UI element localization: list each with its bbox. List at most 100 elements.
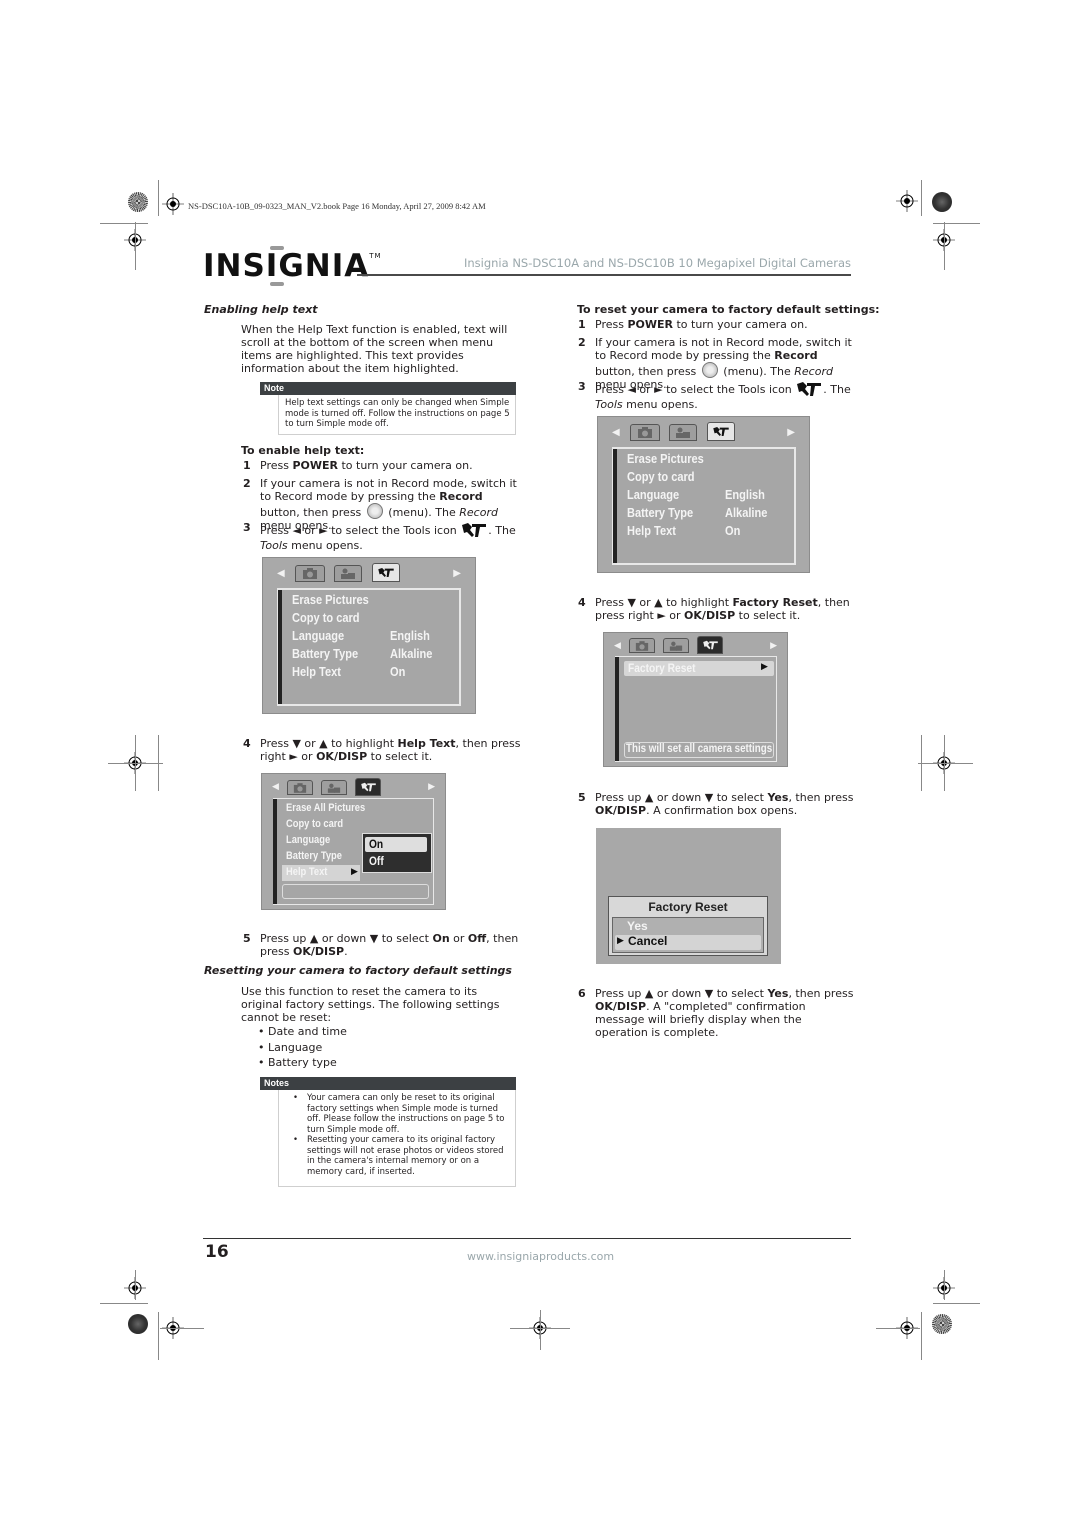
step-italic: Record [459, 506, 498, 519]
tab-scene [663, 638, 689, 653]
menu-item: Copy to card [292, 610, 360, 625]
scrollbar[interactable] [273, 799, 277, 904]
right-arrow-icon: ▶ [770, 641, 777, 651]
step-bold: OK/DISP [293, 945, 345, 958]
step-text: . A confirmation box opens. [646, 804, 798, 817]
step: 3 Press ◄ or ► to select the Tools icon … [578, 380, 856, 411]
step: 3 Press ◄ or ► to select the Tools icon … [243, 521, 523, 552]
right-arrow-icon: ▶ [761, 662, 768, 672]
step-number: 3 [243, 521, 251, 534]
step-bold: OK/DISP [595, 804, 647, 817]
header-rule [357, 274, 851, 276]
camera-icon [635, 640, 649, 651]
step-text: . [344, 945, 348, 958]
list-item-text: Date and time [268, 1025, 347, 1038]
step-bold: Record [774, 349, 818, 362]
list-item: Language [258, 1040, 347, 1056]
scene-icon [341, 568, 355, 579]
tab-camera [295, 565, 325, 582]
list-item-text: Language [268, 1040, 323, 1054]
step-text: (menu). The [384, 506, 460, 519]
help-text-bar [282, 884, 429, 899]
tools-icon [378, 568, 394, 577]
left-arrow-icon: ◀ [614, 641, 621, 651]
step-text: . The [488, 524, 516, 537]
step-bold: POWER [292, 459, 338, 472]
menu-item: Copy to card [286, 818, 344, 830]
logo-tm: TM [369, 252, 382, 260]
step-text: button, then press [595, 365, 700, 378]
menu-item: Help Text [292, 664, 341, 679]
step-text: to select it. [367, 750, 433, 763]
camera-icon [293, 782, 307, 793]
tab-scene [321, 780, 347, 795]
step-text: to select it. [735, 609, 801, 622]
dialog-options: Yes ▶ Cancel [612, 917, 764, 953]
options-popup: On Off [362, 833, 432, 873]
camera-screen-tools-menu: ◀ ▶ Erase Pictures Copy to card Language… [597, 416, 810, 573]
tools-icon [713, 427, 729, 436]
section-heading-resetting: Resetting your camera to factory default… [204, 964, 512, 977]
tab-tools [697, 636, 723, 654]
step-bold: Factory Reset [732, 596, 818, 609]
registration-disc-icon [128, 192, 148, 212]
step-bold: Yes [767, 987, 789, 1000]
tab-scene [334, 565, 362, 582]
scrollbar[interactable] [613, 449, 617, 563]
section-body: Use this function to reset the camera to… [241, 985, 500, 1024]
tools-icon [797, 382, 822, 396]
menu-item: Erase Pictures [627, 451, 704, 466]
menu-item: Copy to card [627, 469, 695, 484]
tab-tools [707, 422, 735, 441]
procedure-title: To reset your camera to factory default … [577, 303, 880, 316]
step-bold: Record [439, 490, 483, 503]
step-bold: Help Text [397, 737, 456, 750]
tab-scene [669, 424, 697, 441]
footer-url[interactable]: www.insigniaproducts.com [467, 1250, 614, 1263]
print-info: NS-DSC10A-10B_09-0323_MAN_V2.book Page 1… [188, 201, 486, 211]
step-bold: POWER [627, 318, 673, 331]
step-bold: Yes [767, 791, 789, 804]
step-italic: Tools [595, 398, 623, 411]
step-text: Press ▼ or ▲ to highlight [260, 737, 398, 750]
registration-disc-icon [932, 1314, 952, 1334]
menu-button-icon [366, 503, 383, 519]
camera-screen-help-text-options: ◀ ▶ Erase All Pictures Copy to card Lang… [261, 773, 446, 910]
insignia-logo: INSIGNIATM [203, 248, 382, 284]
step-text: or [449, 932, 468, 945]
tools-icon [702, 640, 718, 650]
step: 5 Press up ▲ or down ▼ to select Yes, th… [578, 791, 856, 817]
menu-item: Battery Type [292, 646, 359, 661]
option-cancel[interactable]: Cancel [628, 934, 667, 948]
menu-value: Alkaline [725, 505, 768, 520]
menu-item: Language [627, 487, 680, 502]
option-yes[interactable]: Yes [627, 919, 648, 933]
option-label[interactable]: Off [369, 854, 384, 868]
note-item: Your camera can only be reset to its ori… [293, 1093, 511, 1135]
list-item-text: Battery type [268, 1056, 337, 1069]
tab-camera [629, 638, 655, 653]
step-number: 5 [243, 932, 251, 945]
step: 4 Press ▼ or ▲ to highlight Factory Rese… [578, 596, 856, 622]
step-text: (menu). The [719, 365, 795, 378]
step-text: to turn your camera on. [337, 459, 473, 472]
step-number: 1 [578, 318, 586, 331]
step-text: Press ◄ or ► to select the Tools icon [260, 524, 461, 537]
scrollbar[interactable] [615, 657, 619, 761]
step-text: , then press [788, 987, 854, 1000]
step-text: Press [260, 459, 293, 472]
menu-panel: Erase Pictures Copy to card Language Bat… [612, 447, 796, 565]
step-number: 4 [578, 596, 586, 609]
note-label: Note [260, 382, 516, 395]
step-text: Press ▼ or ▲ to highlight [595, 596, 733, 609]
camera-icon [303, 568, 317, 579]
registration-disc-icon [128, 1314, 148, 1334]
scene-icon [327, 783, 341, 793]
step-text: Press up ▲ or down ▼ to select [595, 987, 768, 1000]
procedure-title: To enable help text: [241, 444, 365, 457]
step-number: 4 [243, 737, 251, 750]
camera-screen-tools-menu: ◀ ▶ Erase Pictures Copy to card Language… [262, 557, 476, 714]
step-text: menu opens. [622, 398, 698, 411]
scrollbar[interactable] [278, 590, 282, 704]
tools-icon [360, 782, 376, 792]
